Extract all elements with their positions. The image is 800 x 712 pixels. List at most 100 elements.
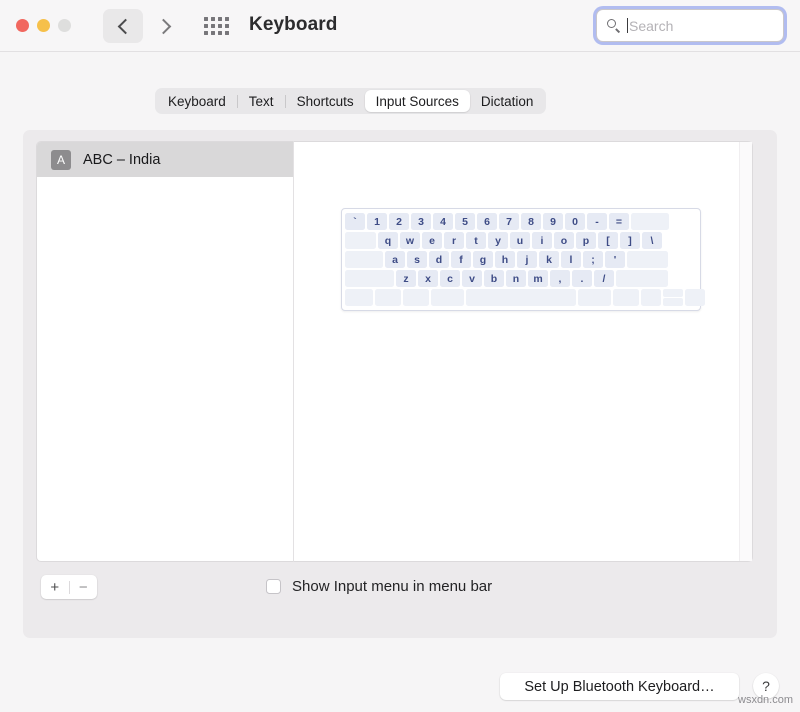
key-e[interactable]: e [422,232,442,249]
key-delete[interactable] [631,213,669,230]
watermark: wsxdn.com [738,694,793,706]
key-k[interactable]: k [539,251,559,268]
tab-keyboard[interactable]: Keyboard [157,90,237,112]
key-space[interactable] [466,289,576,306]
key-a[interactable]: a [385,251,405,268]
tab-bar: Keyboard Text Shortcuts Input Sources Di… [155,88,546,114]
key-tab[interactable] [345,232,376,249]
key-arrow-right[interactable] [685,289,705,306]
minimize-button[interactable] [37,19,50,32]
text-caret [627,18,628,33]
key-control[interactable] [375,289,401,306]
key-0[interactable]: 0 [565,213,585,230]
set-up-bluetooth-keyboard-button[interactable]: Set Up Bluetooth Keyboard… [500,673,739,700]
page-title: Keyboard [249,14,337,36]
key-option-left[interactable] [403,289,429,306]
forward-button[interactable] [143,9,183,43]
key-n[interactable]: n [506,270,526,287]
key-option-right[interactable] [613,289,639,306]
key-arrow-up[interactable] [663,289,683,297]
key-equals[interactable]: = [609,213,629,230]
key-o[interactable]: o [554,232,574,249]
close-button[interactable] [16,19,29,32]
keyboard-preferences-window: Keyboard Search Keyboard Text Shortcuts … [0,0,800,712]
key-8[interactable]: 8 [521,213,541,230]
key-command-left[interactable] [431,289,464,306]
key-4[interactable]: 4 [433,213,453,230]
key-backslash[interactable]: \ [642,232,662,249]
key-fn[interactable] [345,289,373,306]
add-remove-source-control: + − [41,575,97,599]
key-l[interactable]: l [561,251,581,268]
keyboard-row-modifiers [345,289,697,306]
key-bracket-left[interactable]: [ [598,232,618,249]
key-2[interactable]: 2 [389,213,409,230]
scrollbar[interactable] [739,142,752,561]
key-f[interactable]: f [451,251,471,268]
key-shift-right[interactable] [616,270,668,287]
remove-source-button[interactable]: − [70,575,98,599]
key-b[interactable]: b [484,270,504,287]
traffic-lights [16,19,71,32]
tab-text[interactable]: Text [238,90,285,112]
key-t[interactable]: t [466,232,486,249]
key-minus[interactable]: - [587,213,607,230]
key-6[interactable]: 6 [477,213,497,230]
key-backtick[interactable]: ` [345,213,365,230]
show-input-menu-option[interactable]: Show Input menu in menu bar [266,578,492,595]
keyboard-row-qwerty: q w e r t y u i o p [ ] \ [345,232,697,249]
key-v[interactable]: v [462,270,482,287]
back-button[interactable] [103,9,143,43]
key-return[interactable] [627,251,668,268]
key-semicolon[interactable]: ; [583,251,603,268]
search-placeholder: Search [629,18,673,34]
key-c[interactable]: c [440,270,460,287]
zoom-button[interactable] [58,19,71,32]
key-m[interactable]: m [528,270,548,287]
key-s[interactable]: s [407,251,427,268]
key-comma[interactable]: , [550,270,570,287]
key-arrow-left[interactable] [641,289,661,306]
list-item[interactable]: A ABC – India [37,142,293,177]
layout-preview-pane: ` 1 2 3 4 5 6 7 8 9 0 - = q w e [293,141,753,562]
key-5[interactable]: 5 [455,213,475,230]
add-source-button[interactable]: + [41,575,69,599]
key-y[interactable]: y [488,232,508,249]
key-x[interactable]: x [418,270,438,287]
key-slash[interactable]: / [594,270,614,287]
key-arrow-down[interactable] [663,298,683,306]
show-input-menu-checkbox[interactable] [266,579,281,594]
key-w[interactable]: w [400,232,420,249]
key-9[interactable]: 9 [543,213,563,230]
key-j[interactable]: j [517,251,537,268]
key-r[interactable]: r [444,232,464,249]
key-7[interactable]: 7 [499,213,519,230]
keyboard-row-zxcv: z x c v b n m , . / [345,270,697,287]
key-p[interactable]: p [576,232,596,249]
key-shift-left[interactable] [345,270,394,287]
show-all-grid-icon[interactable] [204,17,234,37]
key-command-right[interactable] [578,289,611,306]
key-period[interactable]: . [572,270,592,287]
tab-dictation[interactable]: Dictation [470,90,545,112]
key-arrow-updown[interactable] [663,289,683,306]
search-field[interactable]: Search [596,9,784,42]
keyboard-row-numbers: ` 1 2 3 4 5 6 7 8 9 0 - = [345,213,697,230]
key-quote[interactable]: ' [605,251,625,268]
key-h[interactable]: h [495,251,515,268]
key-3[interactable]: 3 [411,213,431,230]
search-icon [606,18,621,33]
key-u[interactable]: u [510,232,530,249]
key-g[interactable]: g [473,251,493,268]
key-d[interactable]: d [429,251,449,268]
key-1[interactable]: 1 [367,213,387,230]
key-z[interactable]: z [396,270,416,287]
chevron-right-icon [158,17,169,35]
key-q[interactable]: q [378,232,398,249]
key-i[interactable]: i [532,232,552,249]
tab-shortcuts[interactable]: Shortcuts [286,90,365,112]
tab-input-sources[interactable]: Input Sources [365,90,470,112]
keyboard-row-home: a s d f g h j k l ; ' [345,251,697,268]
key-capslock[interactable] [345,251,383,268]
key-bracket-right[interactable]: ] [620,232,640,249]
